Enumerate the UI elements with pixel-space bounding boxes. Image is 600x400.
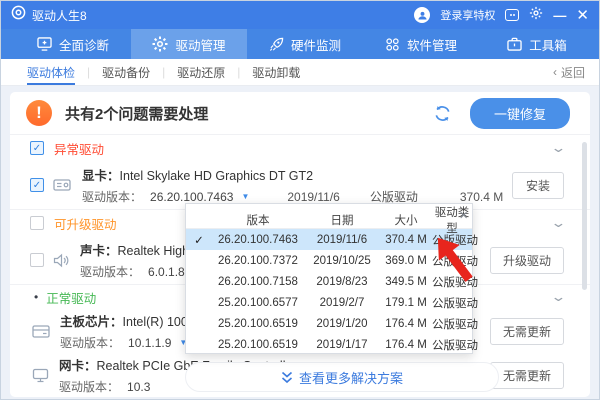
- version-row[interactable]: 26.20.100.71582019/8/23349.5 M公版驱动: [186, 271, 472, 292]
- install-button[interactable]: 安装: [512, 172, 564, 199]
- version-dropdown-icon[interactable]: ▼: [241, 192, 249, 201]
- titlebar: 驱动人生8 登录享特权 — ✕: [1, 1, 599, 29]
- upgradable-checkbox[interactable]: [30, 216, 44, 230]
- feedback-icon[interactable]: [505, 9, 519, 21]
- abnormal-checkbox[interactable]: ✓: [30, 141, 44, 155]
- normal-label: 正常驱动: [46, 288, 96, 307]
- subtab-driver-restore[interactable]: 驱动还原: [165, 59, 237, 85]
- popup-header: 版本 日期 大小 驱动类型 ×: [186, 204, 472, 229]
- user-avatar-icon[interactable]: [414, 7, 430, 23]
- refresh-icon[interactable]: [433, 104, 452, 123]
- normal-bullet: •: [34, 290, 38, 304]
- app-title: 驱动人生8: [32, 7, 87, 24]
- network-adapter-icon: [32, 368, 49, 383]
- back-button[interactable]: ‹ 返回: [553, 64, 585, 81]
- one-click-fix-button[interactable]: 一键修复: [470, 98, 570, 129]
- gpu-version-label: 驱动版本：: [82, 188, 142, 205]
- app-window: 驱动人生8 登录享特权 — ✕ 全面诊断 驱动管理 硬件监测: [0, 0, 600, 400]
- tab-driver-management[interactable]: 驱动管理: [131, 29, 247, 59]
- col-size: 大小: [380, 212, 432, 228]
- version-row[interactable]: 26.20.100.73722019/10/25369.0 M公版驱动: [186, 250, 472, 271]
- content-area: ! 共有2个问题需要处理 一键修复 ✓ 异常驱动 ⌄ ✓: [1, 86, 599, 400]
- gpu-type-label: 显卡：: [82, 169, 120, 183]
- gpu-version: 26.20.100.7463: [150, 190, 233, 204]
- gear-icon: [152, 36, 168, 52]
- minimize-button[interactable]: —: [553, 9, 566, 22]
- tab-full-diagnosis[interactable]: 全面诊断: [15, 29, 131, 59]
- app-logo-icon: [11, 5, 26, 25]
- sub-nav: 驱动体检 | 驱动备份 | 驱动还原 | 驱动卸载 ‹ 返回: [1, 59, 599, 86]
- network-version-label: 驱动版本：: [59, 378, 119, 395]
- gpu-name: Intel Skylake HD Graphics DT GT2: [120, 169, 314, 183]
- modules-icon: [385, 37, 400, 52]
- back-arrow-icon: ‹: [553, 65, 557, 79]
- login-link[interactable]: 登录享特权: [440, 7, 495, 23]
- version-row[interactable]: 25.20.100.65772019/2/7179.1 M公版驱动: [186, 292, 472, 313]
- subtab-driver-uninstall[interactable]: 驱动卸载: [240, 59, 312, 85]
- subtab-driver-backup[interactable]: 驱动备份: [90, 59, 162, 85]
- more-solutions-button[interactable]: 查看更多解决方案: [185, 362, 499, 392]
- audio-checkbox[interactable]: [30, 253, 44, 267]
- audio-type-label: 声卡：: [80, 244, 118, 258]
- chipset-icon: [32, 324, 50, 339]
- gpu-size: 370.4 M: [460, 190, 503, 204]
- no-update-button[interactable]: 无需更新: [490, 362, 564, 389]
- tab-software-management[interactable]: 软件管理: [363, 29, 479, 59]
- summary-header: ! 共有2个问题需要处理 一键修复: [10, 92, 590, 134]
- tab-toolbox[interactable]: 工具箱: [479, 29, 595, 59]
- warning-icon: !: [26, 100, 52, 126]
- scrollbar-thumb[interactable]: [582, 142, 587, 290]
- upgradable-label: 可升级驱动: [54, 214, 117, 233]
- chipset-version-label: 驱动版本：: [60, 334, 120, 351]
- popup-close-icon[interactable]: ×: [459, 205, 468, 226]
- section-abnormal-drivers: ✓ 异常驱动 ⌄: [10, 135, 590, 161]
- gpu-checkbox[interactable]: ✓: [30, 178, 44, 192]
- chipset-type-label: 主板芯片：: [60, 315, 123, 329]
- summary-title: 共有2个问题需要处理: [65, 103, 208, 124]
- version-popup: 版本 日期 大小 驱动类型 × ✓ 26.20.100.74632019/11/…: [185, 203, 473, 354]
- version-row[interactable]: 25.20.100.65192019/1/17176.4 M公版驱动: [186, 334, 472, 355]
- driver-row-gpu: ✓ 显卡：Intel Skylake HD Graphics DT GT2 驱动…: [10, 161, 590, 209]
- abnormal-label: 异常驱动: [54, 139, 104, 158]
- gpu-date: 2019/11/6: [287, 190, 340, 204]
- driver-check-panel: ! 共有2个问题需要处理 一键修复 ✓ 异常驱动 ⌄ ✓: [10, 92, 590, 397]
- collapse-chevron-icon[interactable]: ⌄: [550, 140, 566, 156]
- tab-hardware-monitor[interactable]: 硬件监测: [247, 29, 363, 59]
- double-chevron-down-icon: [281, 371, 293, 384]
- chipset-version: 10.1.1.9: [128, 336, 171, 350]
- col-version: 版本: [212, 212, 304, 228]
- audio-version-label: 驱动版本：: [80, 263, 140, 280]
- no-update-button[interactable]: 无需更新: [490, 318, 564, 345]
- main-nav: 全面诊断 驱动管理 硬件监测 软件管理 工具箱: [1, 29, 599, 59]
- version-row[interactable]: 25.20.100.65192019/1/20176.4 M公版驱动: [186, 313, 472, 334]
- settings-icon[interactable]: [529, 6, 543, 25]
- speaker-icon: [53, 253, 70, 268]
- col-date: 日期: [304, 212, 380, 228]
- monitor-icon: [37, 37, 52, 51]
- network-type-label: 网卡：: [59, 359, 97, 373]
- toolbox-icon: [507, 37, 522, 51]
- close-button[interactable]: ✕: [576, 8, 589, 23]
- subtab-driver-check[interactable]: 驱动体检: [15, 59, 87, 85]
- rocket-icon: [269, 37, 284, 52]
- collapse-chevron-icon[interactable]: ⌄: [550, 215, 566, 231]
- selected-check-icon: ✓: [186, 233, 212, 247]
- collapse-chevron-icon[interactable]: ⌄: [550, 289, 566, 305]
- gpu-card-icon: [53, 178, 72, 193]
- network-version: 10.3: [127, 380, 150, 394]
- upgrade-button[interactable]: 升级驱动: [490, 247, 564, 274]
